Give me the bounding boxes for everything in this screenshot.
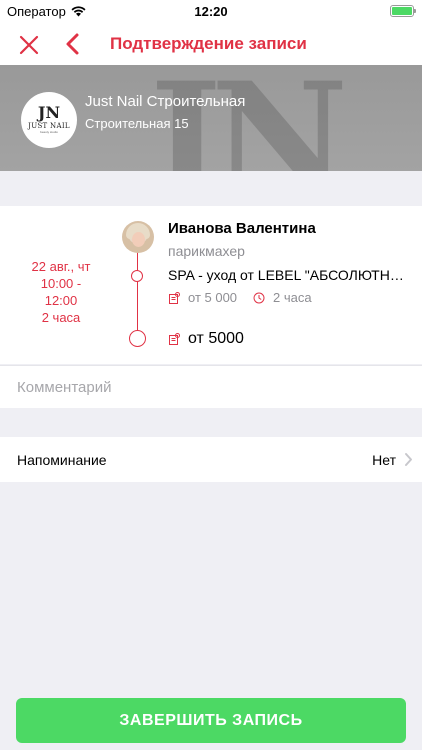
comment-field[interactable]: Комментарий bbox=[0, 365, 422, 408]
chevron-left-icon[interactable] bbox=[64, 32, 82, 56]
close-icon[interactable] bbox=[18, 34, 40, 56]
price-tag-icon bbox=[169, 333, 180, 345]
avatar[interactable] bbox=[122, 221, 154, 253]
timeline-line bbox=[137, 250, 138, 342]
timeline-dot bbox=[131, 270, 143, 282]
clock-icon bbox=[253, 292, 265, 303]
logo-subtitle: beauty studio bbox=[40, 130, 58, 134]
reminder-row[interactable]: Напоминание Нет bbox=[0, 437, 422, 482]
reminder-value: Нет bbox=[372, 452, 396, 468]
service-name[interactable]: SPA - уход от LEBEL "АБСОЛЮТНОЕ СЧАСТЬЕ" bbox=[168, 267, 408, 283]
booking-datetime: 22 авг., чт 10:00 - 12:00 2 часа bbox=[0, 258, 122, 326]
total-price: от 5000 bbox=[188, 330, 244, 347]
master-name[interactable]: Иванова Валентина bbox=[168, 220, 316, 237]
booking-time-end: 12:00 bbox=[44, 293, 78, 308]
status-time: 12:20 bbox=[194, 4, 228, 19]
timeline-end-dot bbox=[129, 330, 146, 347]
page-title: Подтверждение записи bbox=[110, 34, 307, 53]
reminder-label: Напоминание bbox=[17, 452, 107, 468]
salon-logo: JN JUST NAIL beauty studio bbox=[21, 92, 77, 148]
complete-booking-button[interactable]: ЗАВЕРШИТЬ ЗАПИСЬ bbox=[16, 698, 406, 743]
booking-duration: 2 часа bbox=[41, 310, 81, 325]
service-price: от 5 000 bbox=[188, 290, 238, 305]
navigation-bar: Подтверждение записи bbox=[0, 24, 422, 65]
booking-date: 22 авг., чт bbox=[31, 259, 91, 274]
booking-time-start: 10:00 - bbox=[40, 276, 82, 291]
salon-header: JN JN JUST NAIL beauty studio Just Nail … bbox=[0, 65, 422, 171]
logo-mark: JN bbox=[37, 103, 61, 122]
logo-text: JUST NAIL bbox=[28, 122, 70, 130]
salon-name: Just Nail Строительная bbox=[85, 93, 246, 110]
salon-address: Строительная 15 bbox=[85, 116, 189, 131]
price-tag-icon bbox=[169, 291, 180, 304]
master-role: парикмахер bbox=[168, 243, 245, 259]
status-bar: Оператор 12:20 bbox=[0, 0, 422, 24]
comment-placeholder: Комментарий bbox=[17, 379, 112, 396]
service-meta: от 5 000 2 часа bbox=[168, 290, 312, 305]
chevron-right-icon bbox=[405, 453, 412, 466]
service-duration: 2 часа bbox=[273, 290, 312, 305]
booking-card: 22 авг., чт 10:00 - 12:00 2 часа Иванова… bbox=[0, 206, 422, 364]
battery-icon bbox=[390, 5, 416, 17]
battery-indicator bbox=[390, 5, 416, 17]
total-row: от 5000 bbox=[168, 330, 244, 348]
